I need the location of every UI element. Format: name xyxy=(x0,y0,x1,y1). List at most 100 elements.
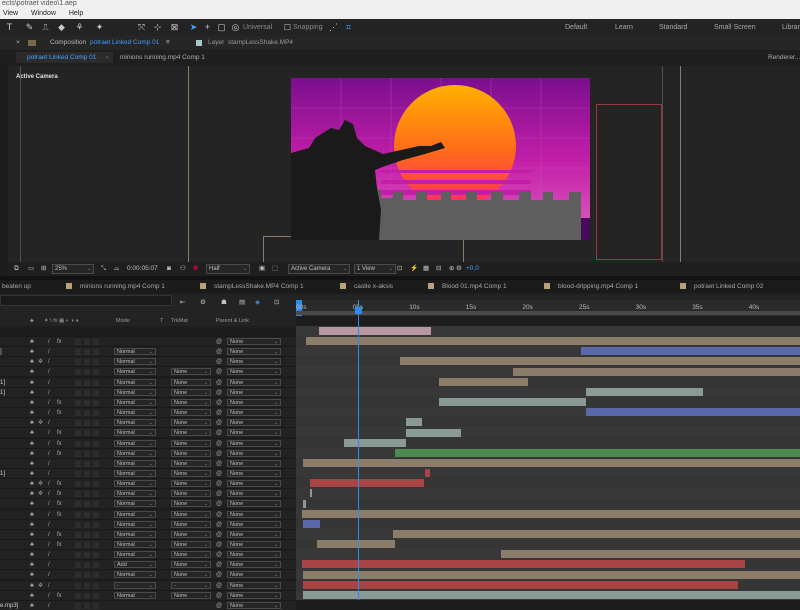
solo-switch-icon[interactable]: ♣ xyxy=(30,602,34,610)
adjustment-box[interactable] xyxy=(93,430,99,436)
layer-duration-bar[interactable] xyxy=(581,347,800,355)
solo-switch-icon[interactable]: ♣ xyxy=(30,480,34,488)
layer-row[interactable]: ♣ / Normal ⌄ None ⌄ @ None ⌄ xyxy=(0,569,296,579)
toggle-pixel-icon[interactable]: ▦ xyxy=(423,264,429,274)
motion-blur-box[interactable] xyxy=(84,471,90,477)
monitor-icon[interactable]: ▭ xyxy=(28,264,34,274)
layer-duration-bar[interactable] xyxy=(303,500,306,508)
work-area-bar[interactable] xyxy=(296,311,800,315)
layer-duration-bar[interactable] xyxy=(586,408,800,416)
frame-blend-box[interactable] xyxy=(75,583,81,589)
frame-blend-box[interactable] xyxy=(75,430,81,436)
layer-row[interactable]: ♣ ✲ / Normal ⌄ None ⌄ @ None ⌄ xyxy=(0,417,296,427)
quality-switch-icon[interactable]: / xyxy=(48,500,50,508)
pickwhip-icon[interactable]: @ xyxy=(216,551,222,559)
solo-switch-icon[interactable]: ♣ xyxy=(30,338,34,346)
quality-switch-icon[interactable]: / xyxy=(48,571,50,579)
layer-row[interactable]: 1] ♣ / Normal ⌄ None ⌄ @ None ⌄ xyxy=(0,387,296,397)
quality-switch-icon[interactable]: / xyxy=(48,541,50,549)
collapse-icon[interactable]: ✲ xyxy=(38,358,43,366)
mode-column-header[interactable]: Mode xyxy=(116,316,130,326)
always-preview-icon[interactable]: ⧉ xyxy=(14,264,19,274)
frame-blend-box[interactable] xyxy=(75,512,81,518)
composition-tab-name[interactable]: potraet Linked Comp 01 xyxy=(90,38,159,48)
parent-dropdown[interactable]: None ⌄ xyxy=(227,368,281,375)
t-column-header[interactable]: T xyxy=(160,316,163,326)
mode-dropdown[interactable]: Normal ⌄ xyxy=(114,511,156,518)
motion-blur-box[interactable] xyxy=(84,441,90,447)
adjustment-box[interactable] xyxy=(93,491,99,497)
panel-menu-icon[interactable]: × xyxy=(16,38,20,48)
adjustment-box[interactable] xyxy=(93,441,99,447)
mode-dropdown[interactable]: Add ⌄ xyxy=(114,561,156,568)
frame-blend-box[interactable] xyxy=(75,552,81,558)
transparency-grid-icon[interactable]: ⬚ xyxy=(272,264,278,274)
quality-switch-icon[interactable]: / xyxy=(48,531,50,539)
solo-switch-icon[interactable]: ♣ xyxy=(30,500,34,508)
motion-blur-box[interactable] xyxy=(84,572,90,578)
motion-blur-box[interactable] xyxy=(84,501,90,507)
subtab-active[interactable]: potraet Linked Comp 01 xyxy=(16,52,113,63)
pickwhip-icon[interactable]: @ xyxy=(216,592,222,600)
grid-icon[interactable]: ⊞ xyxy=(41,264,46,274)
quality-switch-icon[interactable]: / xyxy=(48,368,50,376)
layer-duration-bar[interactable] xyxy=(513,368,800,376)
adjustment-box[interactable] xyxy=(93,512,99,518)
workspace-small-screen[interactable]: Small Screen xyxy=(714,22,756,33)
puppet-pin-tool-icon[interactable]: ✦ xyxy=(94,22,105,33)
parent-dropdown[interactable]: None ⌄ xyxy=(227,592,281,599)
effect-fx-icon[interactable]: fx xyxy=(57,531,62,539)
frame-blend-box[interactable] xyxy=(75,410,81,416)
pickwhip-icon[interactable]: @ xyxy=(216,521,222,529)
current-time-indicator[interactable] xyxy=(358,300,359,600)
mode-dropdown[interactable]: Normal ⌄ xyxy=(114,480,156,487)
effect-fx-icon[interactable]: fx xyxy=(57,409,62,417)
effect-fx-icon[interactable]: fx xyxy=(57,338,62,346)
adjustment-box[interactable] xyxy=(93,583,99,589)
layer-row[interactable]: ♣ / fx Normal ⌄ None ⌄ @ None ⌄ xyxy=(0,539,296,549)
mode-dropdown[interactable]: Normal ⌄ xyxy=(114,592,156,599)
composition-tab-label[interactable]: Composition xyxy=(50,38,86,48)
solo-switch-icon[interactable]: ♣ xyxy=(30,419,34,427)
effect-fx-icon[interactable]: fx xyxy=(57,511,62,519)
adjustment-box[interactable] xyxy=(93,562,99,568)
solo-switch-icon[interactable]: ♣ xyxy=(30,409,34,417)
solo-switch-icon[interactable]: ♣ xyxy=(30,440,34,448)
trkmat-dropdown[interactable]: None ⌄ xyxy=(171,460,211,467)
eraser-tool-icon[interactable]: ◆ xyxy=(56,22,67,33)
motion-blur-box[interactable] xyxy=(84,562,90,568)
layer-duration-bar[interactable] xyxy=(439,398,586,406)
solo-switch-icon[interactable]: ♣ xyxy=(30,551,34,559)
subtab-minions[interactable]: minions running.mp4 Comp 1 xyxy=(120,52,205,63)
frame-blend-box[interactable] xyxy=(75,451,81,457)
layer-row[interactable]: ♣ / fx Normal ⌄ None ⌄ @ None ⌄ xyxy=(0,438,296,448)
solo-switch-icon[interactable]: ♣ xyxy=(30,561,34,569)
layer-row[interactable]: ♣ ✲ / Normal ⌄ @ None ⌄ xyxy=(0,356,296,366)
timecode[interactable]: 0:00:05:07 xyxy=(127,264,158,274)
quality-switch-icon[interactable]: / xyxy=(48,338,50,346)
parent-dropdown[interactable]: None ⌄ xyxy=(227,389,281,396)
adjustment-box[interactable] xyxy=(93,369,99,375)
parent-dropdown[interactable]: None ⌄ xyxy=(227,511,281,518)
mode-dropdown[interactable]: Normal ⌄ xyxy=(114,379,156,386)
timeline-tab[interactable]: potraet Linked Comp 02 xyxy=(680,281,763,292)
pickwhip-icon[interactable]: @ xyxy=(216,571,222,579)
3d-view-icon[interactable]: ⊡ xyxy=(397,264,402,274)
selection-tool-icon[interactable]: ➤ xyxy=(188,22,199,33)
mode-dropdown[interactable]: Normal ⌄ xyxy=(114,460,156,467)
layer-duration-bar[interactable] xyxy=(302,560,745,568)
motion-blur-box[interactable] xyxy=(84,430,90,436)
quality-switch-icon[interactable]: / xyxy=(48,389,50,397)
adjustment-box[interactable] xyxy=(93,522,99,528)
frame-blend-box[interactable] xyxy=(75,339,81,345)
adjustment-box[interactable] xyxy=(93,349,99,355)
adjustment-box[interactable] xyxy=(93,542,99,548)
solo-switch-icon[interactable]: ♣ xyxy=(30,531,34,539)
layer-duration-bar[interactable] xyxy=(310,479,424,487)
quality-switch-icon[interactable]: / xyxy=(48,602,50,610)
effect-fx-icon[interactable]: fx xyxy=(57,480,62,488)
frame-blend-box[interactable] xyxy=(75,562,81,568)
adjustment-box[interactable] xyxy=(93,501,99,507)
universal-label[interactable]: Universal xyxy=(243,22,272,33)
mode-dropdown[interactable]: Normal ⌄ xyxy=(114,368,156,375)
